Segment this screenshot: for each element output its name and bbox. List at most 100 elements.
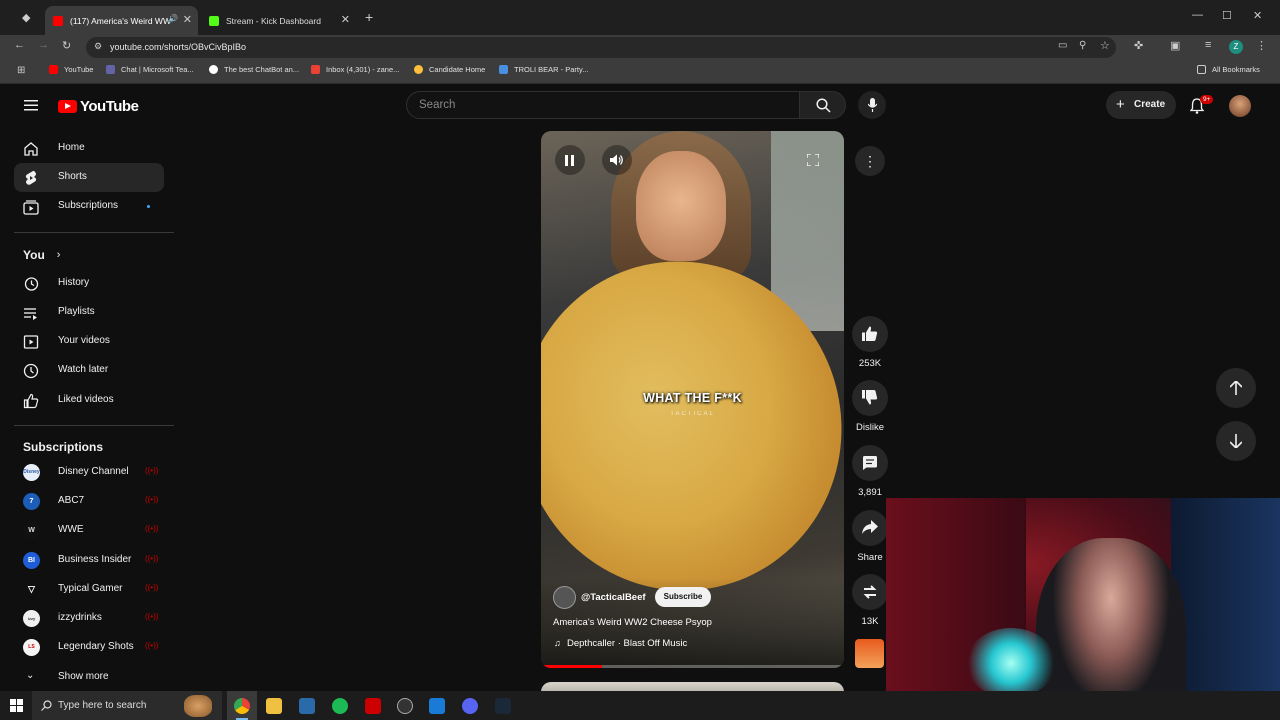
channel-avatar[interactable] <box>553 586 576 609</box>
volume-button[interactable] <box>602 145 632 175</box>
bookmark-inbox[interactable]: Inbox (4,301) - zane... <box>311 65 399 74</box>
pause-icon <box>565 155 574 166</box>
install-app-icon[interactable]: ▭ <box>1058 40 1067 51</box>
subscription-item[interactable]: izzy izzydrinks ((•)) <box>14 604 164 633</box>
minimize-icon[interactable]: — <box>1192 9 1203 21</box>
account-avatar[interactable] <box>1229 95 1251 117</box>
liked-videos-icon <box>23 393 39 409</box>
troli-icon <box>499 65 508 74</box>
bookmark-troli-bear[interactable]: TROLI BEAR - Party... <box>499 65 588 74</box>
back-icon[interactable]: ← <box>14 39 25 51</box>
tab-kick-dashboard[interactable]: Stream - Kick Dashboard ✕ <box>201 6 356 35</box>
video-progress-bar[interactable] <box>541 665 844 668</box>
bookmark-chatbot[interactable]: The best ChatBot an... <box>209 65 299 74</box>
subscription-item[interactable]: BI Business Insider ((•)) <box>14 546 164 575</box>
blue-app-icon[interactable] <box>429 698 445 714</box>
subscription-item[interactable]: ▽ Typical Gamer ((•)) <box>14 575 164 604</box>
youtube-logo-icon <box>58 100 77 113</box>
search-button[interactable] <box>799 91 846 119</box>
sidebar-item-liked-videos[interactable]: Liked videos <box>14 386 164 415</box>
fullscreen-icon[interactable] <box>807 154 819 166</box>
search-input[interactable]: Search <box>406 91 800 119</box>
voice-search-button[interactable] <box>858 91 886 119</box>
cat-widget-icon[interactable] <box>184 695 212 717</box>
more-options-button[interactable]: ⋮ <box>855 146 885 176</box>
close-window-icon[interactable]: ✕ <box>1253 9 1262 22</box>
new-content-dot <box>147 205 150 208</box>
media-controls-icon[interactable]: ≡ <box>1205 39 1211 51</box>
steam-icon[interactable] <box>299 698 315 714</box>
tab-youtube[interactable]: (117) America's Weird WW2 🔊 ✕ <box>45 6 198 35</box>
file-explorer-icon[interactable] <box>266 698 282 714</box>
share-button[interactable]: Share <box>852 510 888 563</box>
short-video-player[interactable]: WHAT THE F**K TACTICAL @TacticalBeef Sub… <box>541 131 844 668</box>
sidebar-item-your-videos[interactable]: Your videos <box>14 327 164 356</box>
all-bookmarks[interactable]: All Bookmarks <box>1197 65 1260 74</box>
short-title[interactable]: America's Weird WW2 Cheese Psyop <box>553 617 712 628</box>
red-app-icon[interactable] <box>365 698 381 714</box>
bookmark-teams[interactable]: Chat | Microsoft Tea... <box>106 65 194 74</box>
bookmark-star-icon[interactable]: ☆ <box>1100 39 1110 52</box>
webcam-overlay <box>886 498 1280 720</box>
like-button[interactable]: 253K <box>852 316 888 369</box>
maximize-icon[interactable]: ☐ <box>1222 9 1232 22</box>
audio-playing-icon[interactable]: 🔊 <box>168 14 178 23</box>
remix-button[interactable]: 13K <box>852 574 888 627</box>
sidebar-divider <box>14 232 174 233</box>
new-tab-button[interactable]: + <box>365 9 373 25</box>
sidebar-item-playlists[interactable]: Playlists <box>14 298 164 327</box>
thumbs-up-icon <box>862 326 878 341</box>
subscription-item[interactable]: 7 ABC7 ((•)) <box>14 487 164 516</box>
sidebar-item-history[interactable]: History <box>14 269 164 298</box>
channel-avatar: izzy <box>23 610 40 627</box>
short-music-link[interactable]: Depthcaller · Blast Off Music <box>567 638 687 649</box>
reload-icon[interactable]: ↻ <box>62 39 71 52</box>
spotify-icon[interactable] <box>332 698 348 714</box>
subscription-item[interactable]: LS Legendary Shots ((•)) <box>14 633 164 662</box>
show-more-button[interactable]: ⌄ Show more <box>14 663 164 692</box>
next-short-button[interactable] <box>1216 421 1256 461</box>
close-tab-icon[interactable]: ✕ <box>341 13 350 26</box>
youtube-logo[interactable]: YouTube <box>58 98 139 115</box>
bookmark-candidate-home[interactable]: Candidate Home <box>414 65 485 74</box>
obs-icon[interactable] <box>397 698 413 714</box>
pause-button[interactable] <box>555 145 585 175</box>
subscription-item[interactable]: Disney Disney Channel ((•)) <box>14 458 164 487</box>
create-button[interactable]: + Create <box>1106 91 1176 119</box>
sidebar-item-shorts[interactable]: Shorts <box>14 163 164 192</box>
subscription-item[interactable]: W WWE ((•)) <box>14 516 164 545</box>
gmail-icon <box>311 65 320 74</box>
profile-avatar[interactable]: Z <box>1229 40 1243 54</box>
zoom-icon[interactable]: ⚲ <box>1079 40 1086 51</box>
comments-button[interactable]: 3,891 <box>852 445 888 498</box>
tab-search-icon[interactable]: ◆ <box>22 11 30 24</box>
watch-later-icon <box>23 363 39 379</box>
dislike-button[interactable]: Dislike <box>852 380 888 433</box>
video-overlay-subcaption: TACTICAL <box>670 411 715 417</box>
channel-name-link[interactable]: @TacticalBeef <box>581 592 646 603</box>
sidebar-item-watch-later[interactable]: Watch later <box>14 356 164 385</box>
browser-menu-icon[interactable]: ⋮ <box>1256 39 1267 52</box>
forward-icon[interactable]: → <box>38 39 49 51</box>
subscribe-button[interactable]: Subscribe <box>655 587 711 607</box>
previous-short-button[interactable] <box>1216 368 1256 408</box>
site-info-icon[interactable]: ⚙ <box>94 41 102 52</box>
close-tab-icon[interactable]: ✕ <box>183 13 192 26</box>
sidebar-item-subscriptions[interactable]: Subscriptions <box>14 192 164 221</box>
apps-grid-icon[interactable]: ⊞ <box>17 65 25 76</box>
extensions-icon[interactable]: ✜ <box>1134 39 1143 52</box>
chevron-right-icon: › <box>56 249 61 261</box>
bookmark-youtube[interactable]: YouTube <box>49 65 93 74</box>
hamburger-menu-icon[interactable] <box>24 98 39 112</box>
url-field[interactable]: youtube.com/shorts/OBvCivBpIBo <box>86 37 1116 58</box>
windows-start-icon[interactable] <box>10 699 23 712</box>
chrome-icon[interactable] <box>234 698 250 720</box>
comment-count: 3,891 <box>858 487 882 498</box>
discord-icon[interactable] <box>462 698 478 714</box>
sound-thumbnail[interactable] <box>855 639 884 668</box>
sidebar-item-home[interactable]: Home <box>14 134 164 163</box>
channel-avatar: 7 <box>23 493 40 510</box>
steam-app-icon[interactable] <box>495 698 511 714</box>
side-panel-icon[interactable]: ▣ <box>1170 39 1180 52</box>
you-section-header[interactable]: You › <box>23 248 60 262</box>
